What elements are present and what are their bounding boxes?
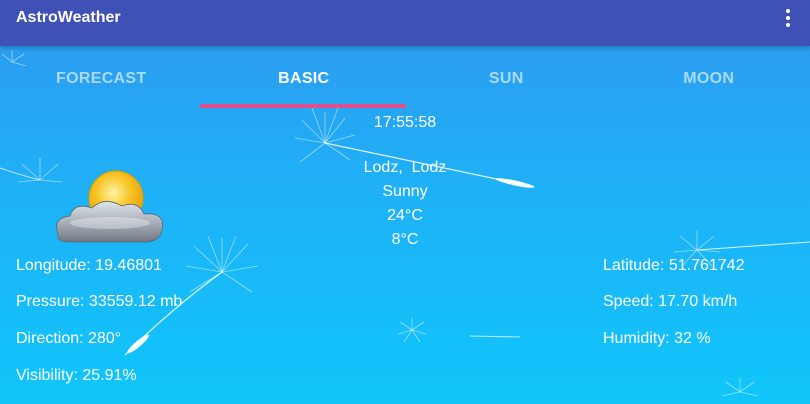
longitude-value: Longitude: 19.46801 xyxy=(16,257,162,274)
more-vert-icon[interactable] xyxy=(776,6,800,30)
pressure-value: Pressure: 33559.12 mb xyxy=(16,293,183,310)
tab-bar: FORECAST BASIC SUN MOON xyxy=(0,46,810,108)
latitude-value: Latitude: 51.761742 xyxy=(603,257,745,274)
tab-sun[interactable]: SUN xyxy=(405,46,608,112)
humidity-value: Humidity: 32 % xyxy=(603,330,711,347)
direction-value: Direction: 280° xyxy=(16,330,122,347)
speed-value: Speed: 17.70 km/h xyxy=(603,293,738,310)
tab-forecast[interactable]: FORECAST xyxy=(0,46,203,112)
app-bar: AstroWeather xyxy=(0,0,810,46)
partly-cloudy-icon xyxy=(56,170,163,243)
active-tab-indicator xyxy=(200,104,406,108)
visibility-value: Visibility: 25.91% xyxy=(16,367,137,384)
dandelion-seed-7 xyxy=(721,378,759,397)
menu-dot xyxy=(786,23,790,27)
menu-dot xyxy=(786,16,790,20)
current-time: 17:55:58 xyxy=(373,114,437,131)
tab-basic[interactable]: BASIC xyxy=(203,46,406,112)
app-screen: AstroWeather FORECAST BASIC SUN MOON 17:… xyxy=(0,0,810,404)
dandelion-seed-4 xyxy=(397,318,427,343)
tab-moon[interactable]: MOON xyxy=(608,46,810,112)
menu-dot xyxy=(786,9,790,13)
app-title: AstroWeather xyxy=(16,9,121,26)
